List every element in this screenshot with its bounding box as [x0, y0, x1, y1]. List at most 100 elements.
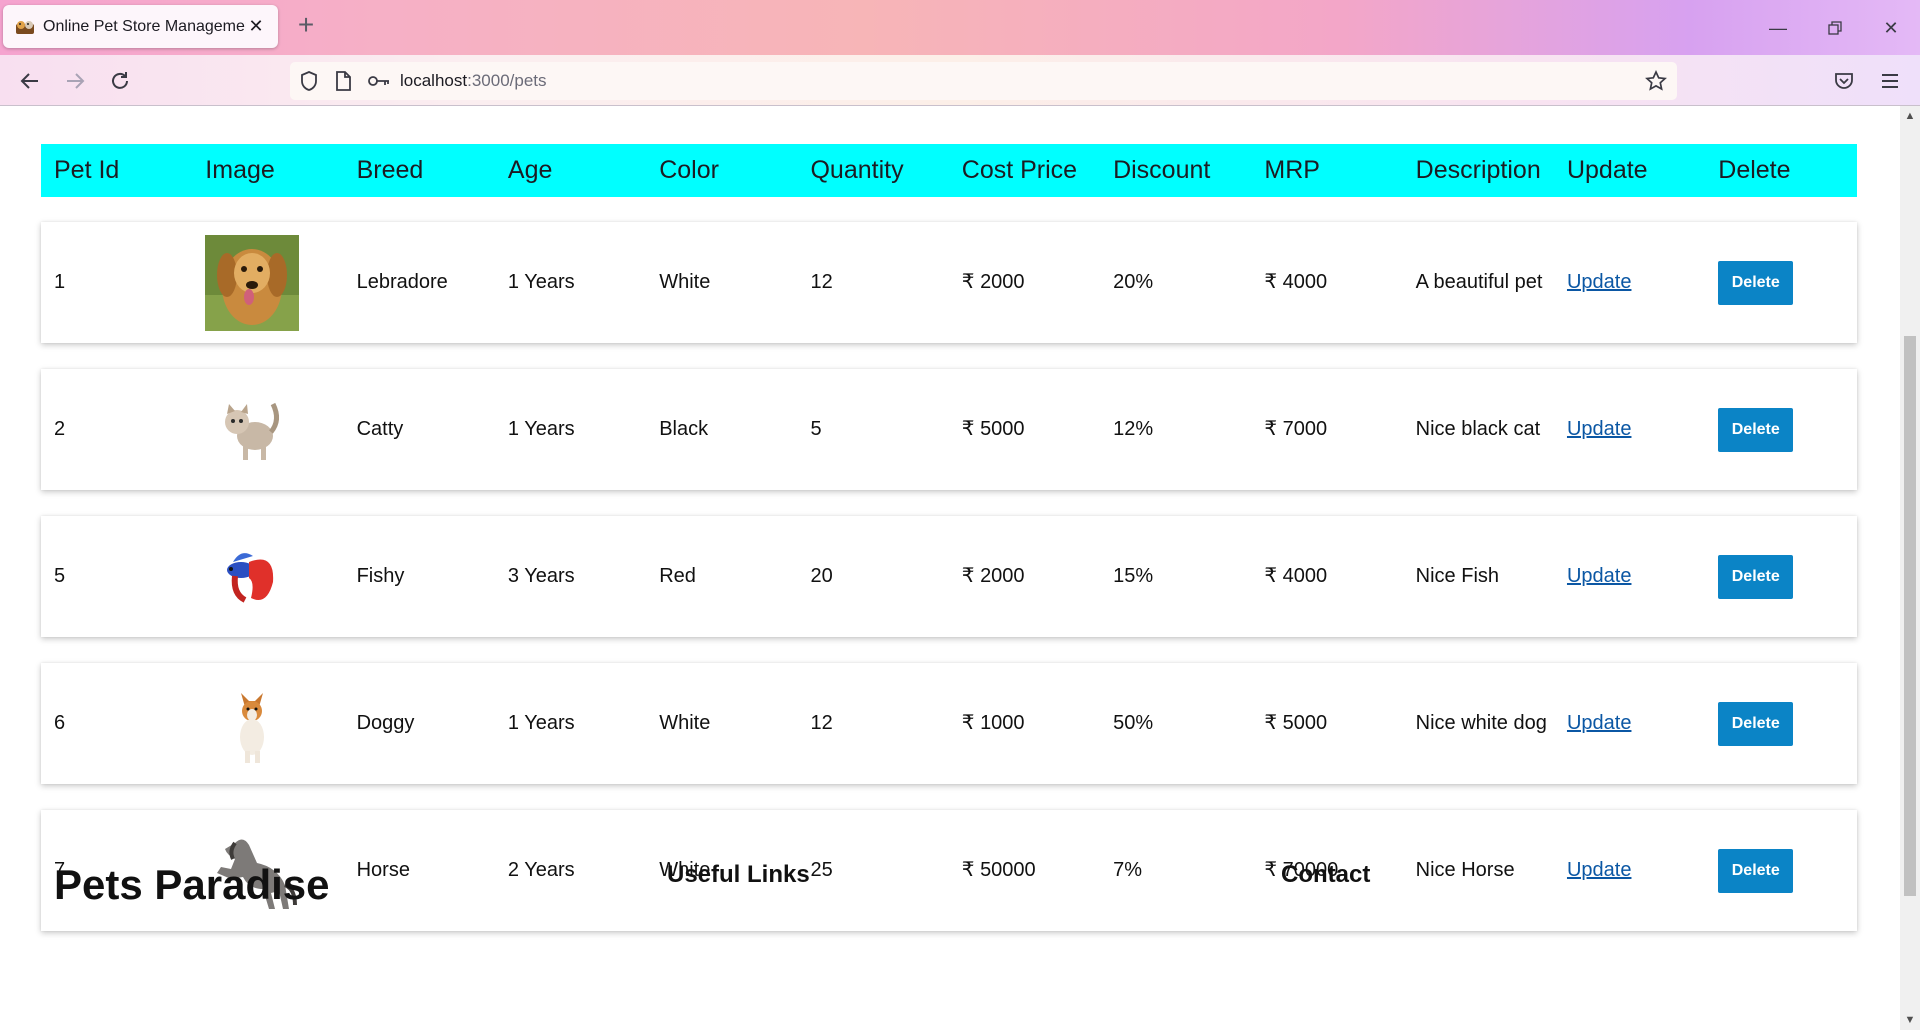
pet-description: A beautiful pet — [1415, 271, 1543, 293]
pet-breed: Fishy — [356, 565, 405, 587]
pet-id: 1 — [54, 271, 66, 293]
pet-image — [192, 380, 343, 480]
table-header: Pet Id Image Breed Age Color Quantity Co… — [41, 144, 1857, 197]
tab-title: Online Pet Store Management — [43, 17, 246, 35]
header-color: Color — [659, 156, 719, 184]
pet-mrp: ₹ 4000 — [1264, 271, 1328, 293]
pet-cost-price: ₹ 1000 — [961, 712, 1025, 734]
pet-breed: Horse — [356, 859, 410, 881]
restore-window-button[interactable] — [1815, 14, 1855, 42]
header-description: Description — [1415, 156, 1541, 184]
delete-button[interactable]: Delete — [1718, 260, 1794, 305]
header-pet-id: Pet Id — [54, 156, 120, 184]
reload-icon[interactable] — [104, 65, 136, 97]
golden-retriever-photo — [205, 234, 300, 331]
pet-breed: Lebradore — [356, 271, 448, 293]
url-text[interactable]: localhost:3000/pets — [400, 71, 547, 91]
header-mrp: MRP — [1264, 156, 1320, 184]
pet-cost-price: ₹ 50000 — [961, 859, 1036, 881]
update-link[interactable]: Update — [1567, 271, 1632, 293]
close-window-button[interactable]: ✕ — [1871, 14, 1911, 42]
pet-color: Black — [659, 418, 709, 440]
scroll-thumb[interactable] — [1904, 336, 1916, 896]
header-age: Age — [507, 156, 553, 184]
scroll-up-arrow-icon[interactable]: ▲ — [1900, 106, 1920, 126]
hamburger-menu-icon[interactable] — [1874, 65, 1906, 97]
scroll-down-arrow-icon[interactable]: ▼ — [1900, 1010, 1920, 1030]
footer-useful-links-heading: Useful Links — [667, 861, 810, 888]
pet-age: 1 Years — [507, 271, 575, 293]
delete-button[interactable]: Delete — [1718, 554, 1794, 599]
pet-description: Nice Horse — [1415, 859, 1515, 881]
bookmark-star-icon[interactable] — [1645, 69, 1667, 97]
browser-tab[interactable]: Online Pet Store Management ✕ — [3, 5, 278, 48]
delete-button[interactable]: Delete — [1718, 848, 1794, 893]
pet-discount: 7% — [1113, 859, 1142, 881]
pet-store-favicon-icon — [15, 19, 35, 35]
pet-discount: 15% — [1113, 565, 1154, 587]
page-icon[interactable] — [334, 70, 352, 97]
kitten-photo — [225, 402, 280, 460]
pet-discount: 20% — [1113, 271, 1154, 293]
header-update: Update — [1566, 156, 1648, 184]
pet-age: 3 Years — [507, 565, 575, 587]
close-tab-icon[interactable]: ✕ — [246, 16, 266, 37]
pet-cost-price: ₹ 2000 — [961, 565, 1025, 587]
update-link[interactable]: Update — [1567, 418, 1632, 440]
table-row: 6 Doggy 1 Years White 12 ₹ 1000 50% ₹ 50… — [41, 663, 1857, 784]
url-bar[interactable]: localhost:3000/pets — [290, 62, 1677, 100]
page-content: Pet Id Image Breed Age Color Quantity Co… — [0, 106, 1900, 1030]
pet-image — [192, 674, 343, 774]
pet-description: Nice Fish — [1415, 565, 1500, 587]
header-discount: Discount — [1113, 156, 1211, 184]
update-link[interactable]: Update — [1567, 712, 1632, 734]
pet-age: 1 Years — [507, 418, 575, 440]
pet-discount: 12% — [1113, 418, 1154, 440]
update-link[interactable]: Update — [1567, 565, 1632, 587]
new-tab-button[interactable]: + — [292, 11, 320, 40]
minimize-window-button[interactable]: — — [1758, 14, 1798, 42]
pet-mrp: ₹ 4000 — [1264, 565, 1328, 587]
pet-cost-price: ₹ 5000 — [961, 418, 1025, 440]
pet-quantity: 20 — [810, 565, 833, 587]
pet-breed: Catty — [356, 418, 404, 440]
pet-age: 1 Years — [507, 712, 575, 734]
pet-description: Nice black cat — [1415, 418, 1541, 440]
table-row: 1 Lebradore 1 Years White 12 ₹ 2000 20% … — [41, 222, 1857, 343]
pet-image — [192, 527, 343, 627]
table-row: 2 Catty 1 Years Black 5 ₹ 5000 12% ₹ 700… — [41, 369, 1857, 490]
pet-color: White — [659, 712, 711, 734]
header-quantity: Quantity — [810, 156, 904, 184]
delete-button[interactable]: Delete — [1718, 701, 1794, 746]
browser-tab-bar: Online Pet Store Management ✕ + — ✕ — [0, 0, 1920, 55]
pet-description: Nice white dog — [1415, 712, 1547, 734]
delete-button[interactable]: Delete — [1718, 407, 1794, 452]
shield-icon[interactable] — [299, 70, 319, 97]
footer-contact-heading: Contact — [1281, 861, 1371, 888]
key-icon[interactable] — [368, 73, 390, 94]
pet-mrp: ₹ 5000 — [1264, 712, 1328, 734]
pet-age: 2 Years — [507, 859, 575, 881]
pet-quantity: 12 — [810, 271, 833, 293]
update-link[interactable]: Update — [1567, 859, 1632, 881]
back-arrow-icon[interactable] — [14, 65, 46, 97]
pet-discount: 50% — [1113, 712, 1154, 734]
pet-cost-price: ₹ 2000 — [961, 271, 1025, 293]
forward-arrow-icon[interactable] — [59, 65, 91, 97]
table-row: 5 Fishy 3 Years Red 20 ₹ 2000 15% ₹ 4000… — [41, 516, 1857, 637]
pet-id: 5 — [54, 565, 66, 587]
pet-color: White — [659, 271, 711, 293]
page-scrollbar[interactable]: ▲ ▼ — [1900, 106, 1920, 1030]
pet-quantity: 25 — [810, 859, 833, 881]
corgi-photo — [240, 692, 265, 763]
header-cost-price: Cost Price — [961, 156, 1078, 184]
pet-quantity: 5 — [810, 418, 822, 440]
pocket-icon[interactable] — [1828, 65, 1860, 97]
header-breed: Breed — [356, 156, 424, 184]
pet-color: Red — [659, 565, 696, 587]
browser-toolbar: localhost:3000/pets — [0, 55, 1920, 106]
pet-quantity: 12 — [810, 712, 833, 734]
pet-image — [192, 233, 343, 333]
betta-fish-photo — [227, 552, 274, 603]
header-delete: Delete — [1718, 156, 1791, 184]
